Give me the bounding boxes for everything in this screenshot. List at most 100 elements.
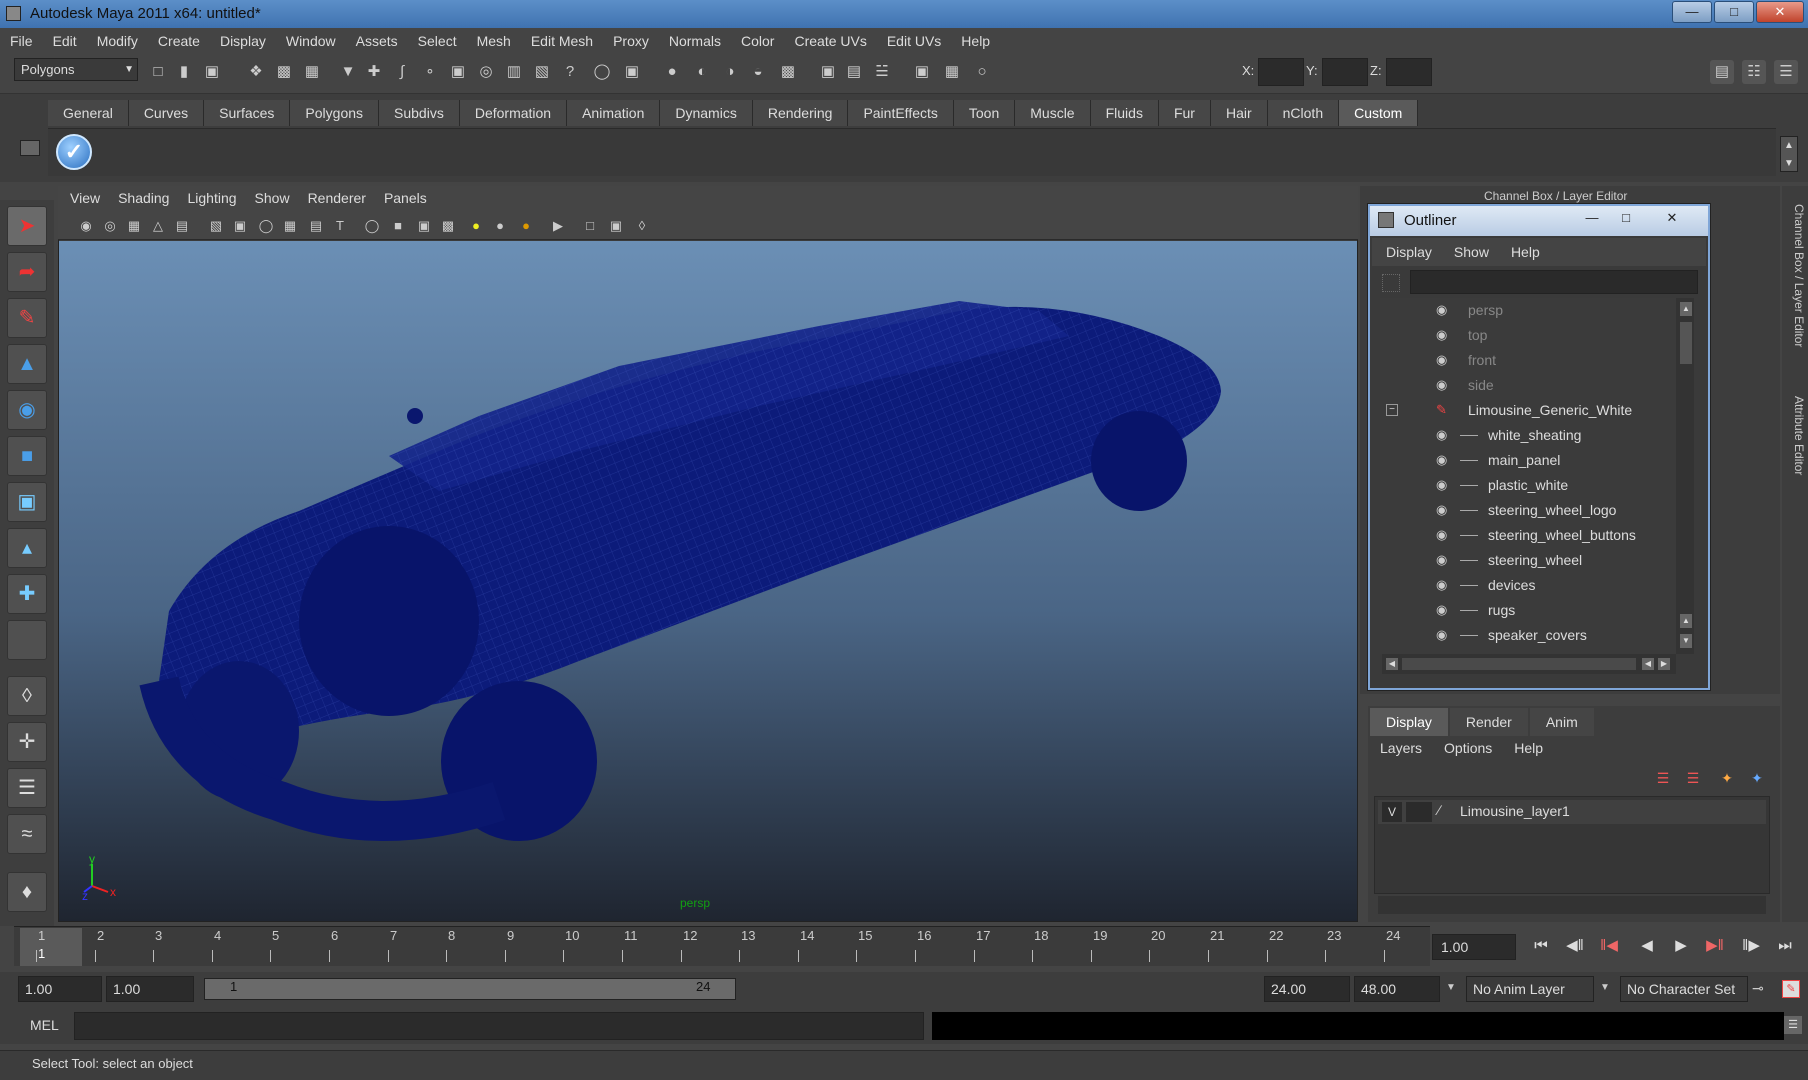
- collapse-icon[interactable]: −: [1386, 404, 1398, 416]
- menu-modify[interactable]: Modify: [97, 33, 138, 49]
- snap-grid-icon[interactable]: ✚: [362, 60, 386, 84]
- animation-end-input[interactable]: 48.00: [1354, 976, 1440, 1002]
- layer-tab-display[interactable]: Display: [1370, 708, 1448, 736]
- help-icon[interactable]: ?: [558, 60, 582, 84]
- menu-assets[interactable]: Assets: [356, 33, 398, 49]
- outliner-item[interactable]: ◉ side: [1380, 373, 1676, 398]
- output-ops-icon[interactable]: ◑: [718, 60, 742, 84]
- snap-surface-icon[interactable]: ▥: [502, 60, 526, 84]
- filter-icon[interactable]: ▼: [336, 60, 360, 84]
- shelf-tab-hair[interactable]: Hair: [1210, 100, 1268, 126]
- hypershade-toolbar-icon[interactable]: ☱: [870, 60, 894, 84]
- viewport-menu-view[interactable]: View: [70, 190, 100, 206]
- viewport-menu-panels[interactable]: Panels: [384, 190, 427, 206]
- menu-color[interactable]: Color: [741, 33, 774, 49]
- outliner-item[interactable]: ◉ front: [1380, 348, 1676, 373]
- outliner-menu-show[interactable]: Show: [1454, 244, 1489, 260]
- menu-help[interactable]: Help: [961, 33, 990, 49]
- shelf-tab-fur[interactable]: Fur: [1158, 100, 1211, 126]
- shelf-tab-dynamics[interactable]: Dynamics: [660, 100, 753, 126]
- outliner-close-button[interactable]: ✕: [1658, 208, 1686, 228]
- shelf-tab-ncloth[interactable]: nCloth: [1267, 100, 1340, 126]
- character-set-dropdown[interactable]: No Character Set: [1620, 976, 1748, 1002]
- outliner-item[interactable]: ◉ main_panel: [1380, 448, 1676, 473]
- outliner-item[interactable]: ◉ devices: [1380, 573, 1676, 598]
- layer-playback-toggle[interactable]: [1406, 802, 1432, 822]
- show-hide-channel-box-icon[interactable]: ☰: [1774, 60, 1798, 84]
- shelf-tab-toon[interactable]: Toon: [953, 100, 1016, 126]
- lasso-tool-icon[interactable]: ➦: [7, 252, 47, 292]
- field-chart-icon[interactable]: ▦: [280, 216, 300, 236]
- scroll-down-icon[interactable]: ▼: [1680, 634, 1692, 648]
- play-backward-icon[interactable]: ◀: [1632, 934, 1662, 958]
- layer-options-icon[interactable]: ✦: [1746, 770, 1768, 790]
- menu-window[interactable]: Window: [286, 33, 336, 49]
- select-by-component-icon[interactable]: ▦: [300, 60, 324, 84]
- layer-menu-options[interactable]: Options: [1444, 740, 1492, 756]
- scroll-left-icon[interactable]: ◀: [1386, 658, 1398, 670]
- persp-outliner-layout-icon[interactable]: ☰: [7, 768, 47, 808]
- current-frame-marker[interactable]: 1: [20, 928, 82, 966]
- outliner-scroll-thumb[interactable]: [1680, 322, 1692, 364]
- y-input[interactable]: [1322, 58, 1368, 86]
- mel-label[interactable]: MEL: [30, 1017, 59, 1033]
- safe-title-icon[interactable]: T: [330, 216, 350, 236]
- scroll-left-icon[interactable]: ◀: [1642, 658, 1654, 670]
- outliner-menu-display[interactable]: Display: [1386, 244, 1432, 260]
- layer-row[interactable]: [1378, 800, 1766, 824]
- shelf-scroll-icon[interactable]: ▲ ▼: [1780, 136, 1798, 172]
- layer-hscrollbar[interactable]: [1378, 896, 1766, 914]
- image-plane-icon[interactable]: △: [148, 216, 168, 236]
- outliner-item[interactable]: ◉ steering_wheel_buttons: [1380, 523, 1676, 548]
- menu-edit[interactable]: Edit: [53, 33, 77, 49]
- scroll-right-icon[interactable]: ▶: [1658, 658, 1670, 670]
- menu-mesh[interactable]: Mesh: [477, 33, 511, 49]
- maximize-button[interactable]: □: [1714, 1, 1754, 23]
- menu-edit-uvs[interactable]: Edit UVs: [887, 33, 941, 49]
- chevron-down-icon[interactable]: ▼: [1446, 982, 1456, 993]
- soft-modification-icon[interactable]: ▴: [7, 528, 47, 568]
- scroll-up-icon[interactable]: ▲: [1680, 302, 1692, 316]
- viewport-menu-renderer[interactable]: Renderer: [308, 190, 366, 206]
- isolate-select-icon[interactable]: ▶: [548, 216, 568, 236]
- shelf-tab-general[interactable]: General: [48, 100, 129, 126]
- hypershade-icon[interactable]: ♦: [7, 872, 47, 912]
- render-settings-icon[interactable]: ▤: [842, 60, 866, 84]
- film-gate-icon[interactable]: ▧: [206, 216, 226, 236]
- outliner-item[interactable]: ◉ top: [1380, 323, 1676, 348]
- check-icon[interactable]: ✓: [56, 134, 92, 170]
- select-by-object-icon[interactable]: ▩: [272, 60, 296, 84]
- anim-layer-dropdown[interactable]: No Anim Layer: [1466, 976, 1594, 1002]
- mel-command-input[interactable]: [74, 1012, 924, 1040]
- outliner-item[interactable]: ✎ − Limousine_Generic_White: [1380, 398, 1676, 423]
- playback-end-input[interactable]: 24.00: [1264, 976, 1350, 1002]
- snap-curve-icon[interactable]: ∫: [390, 60, 414, 84]
- shelf-tab-deformation[interactable]: Deformation: [459, 100, 568, 126]
- shelf-tab-surfaces[interactable]: Surfaces: [204, 100, 291, 126]
- scale-tool-icon[interactable]: ■: [7, 436, 47, 476]
- shelf-tab-curves[interactable]: Curves: [128, 100, 205, 126]
- x-input[interactable]: [1258, 58, 1304, 86]
- shelf-tab-animation[interactable]: Animation: [567, 100, 661, 126]
- layer-tab-anim[interactable]: Anim: [1529, 708, 1594, 736]
- key-icon[interactable]: ⊸: [1752, 980, 1764, 997]
- outliner-item[interactable]: ◉ plastic_white: [1380, 473, 1676, 498]
- perspective-view[interactable]: [59, 241, 1357, 921]
- side-tab-attribute-editor[interactable]: Attribute Editor: [1784, 396, 1806, 506]
- shelf-tab-painteffects[interactable]: PaintEffects: [848, 100, 954, 126]
- four-view-layout-icon[interactable]: ✛: [7, 722, 47, 762]
- wireframe-icon[interactable]: ◯: [362, 216, 382, 236]
- camera-icon[interactable]: ○: [970, 60, 994, 84]
- shelf-tab-custom[interactable]: Custom: [1339, 100, 1419, 126]
- close-window-button[interactable]: ✕: [1756, 1, 1804, 23]
- outliner-hscroll-thumb[interactable]: [1402, 658, 1636, 670]
- layer-menu-layers[interactable]: Layers: [1380, 740, 1422, 756]
- shelf-tab-rendering[interactable]: Rendering: [752, 100, 849, 126]
- construction-icon[interactable]: ◒: [746, 60, 770, 84]
- layer-name[interactable]: Limousine_layer1: [1460, 803, 1570, 819]
- layer-menu-help[interactable]: Help: [1514, 740, 1543, 756]
- go-to-start-icon[interactable]: ⏮: [1526, 934, 1556, 958]
- persp-graph-layout-icon[interactable]: ≈: [7, 814, 47, 854]
- render-current-icon[interactable]: ▩: [776, 60, 800, 84]
- play-forward-icon[interactable]: ▶: [1666, 934, 1696, 958]
